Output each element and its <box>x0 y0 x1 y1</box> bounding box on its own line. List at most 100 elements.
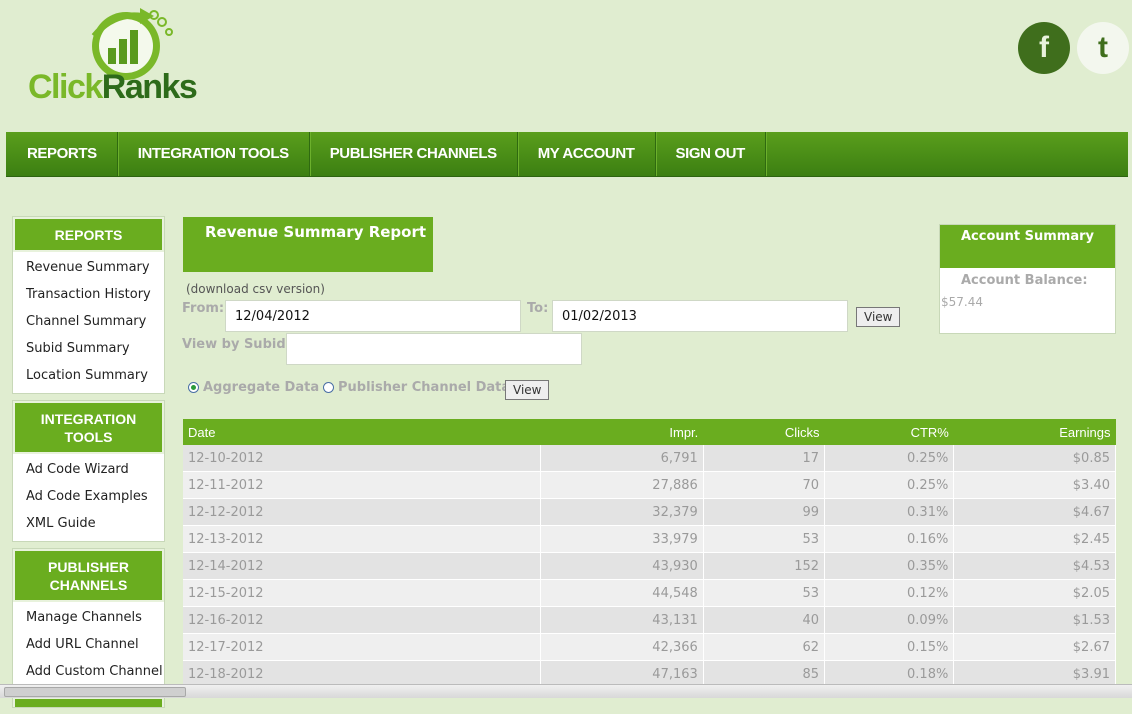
col-earnings[interactable]: Earnings <box>953 419 1116 445</box>
cell-impressions: 6,791 <box>540 445 704 472</box>
cell-earnings: $4.67 <box>953 498 1116 526</box>
nav-integration-tools[interactable]: INTEGRATION TOOLS <box>118 132 310 176</box>
cell-clicks: 99 <box>703 498 826 526</box>
col-clicks[interactable]: Clicks <box>703 419 825 445</box>
col-ctr[interactable]: CTR% <box>824 419 954 445</box>
twitter-glyph: t <box>1098 31 1108 64</box>
account-balance-label: Account Balance: <box>961 273 1088 288</box>
sidebar-item-add-url-channel[interactable]: Add URL Channel <box>13 631 164 658</box>
aggregate-data-option[interactable]: Aggregate Data <box>188 380 319 395</box>
sidebar-heading-account: MY ACCOUNT <box>13 697 164 707</box>
subid-field[interactable] <box>286 333 582 365</box>
table-row: 12-17-2012 42,366 62 0.15% $2.67 <box>183 633 1116 661</box>
cell-ctr: 0.16% <box>824 525 955 553</box>
account-summary-heading: Account Summary <box>940 225 1115 268</box>
account-balance-value: $57.44 <box>941 295 983 309</box>
page-title: Revenue Summary Report <box>183 217 433 272</box>
cell-clicks: 62 <box>703 633 826 661</box>
col-impressions[interactable]: Impr. <box>540 419 704 445</box>
cell-earnings: $1.53 <box>953 606 1116 634</box>
table-row: 12-15-2012 44,548 53 0.12% $2.05 <box>183 579 1116 607</box>
sidebar-heading-publisher: PUBLISHER CHANNELS <box>13 549 164 602</box>
view-data-button[interactable]: View <box>505 380 550 400</box>
sidebar-section-reports: REPORTS Revenue Summary Transaction Hist… <box>12 216 165 394</box>
publisher-channel-data-label: Publisher Channel Data <box>338 380 511 395</box>
cell-date: 12-13-2012 <box>183 525 542 553</box>
cell-clicks: 53 <box>703 525 826 553</box>
cell-earnings: $3.40 <box>953 471 1116 499</box>
cell-clicks: 40 <box>703 606 826 634</box>
cell-ctr: 0.25% <box>824 471 955 499</box>
subid-label: View by Subid: <box>182 337 291 352</box>
sidebar-heading-reports: REPORTS <box>13 217 164 252</box>
from-label: From: <box>182 301 225 316</box>
table-row: 12-13-2012 33,979 53 0.16% $2.45 <box>183 525 1116 553</box>
cell-clicks: 53 <box>703 579 826 607</box>
cell-earnings: $2.05 <box>953 579 1116 607</box>
cell-ctr: 0.35% <box>824 552 955 580</box>
to-date-field[interactable]: 01/02/2013 <box>552 300 848 332</box>
cell-impressions: 33,979 <box>540 525 704 553</box>
sidebar-heading-publisher-line1: PUBLISHER <box>48 559 129 575</box>
nav-my-account[interactable]: MY ACCOUNT <box>518 132 656 176</box>
sidebar-heading-integration-line1: INTEGRATION <box>40 411 137 427</box>
sidebar: REPORTS Revenue Summary Transaction Hist… <box>12 216 165 714</box>
cell-ctr: 0.25% <box>824 445 955 472</box>
view-button[interactable]: View <box>856 307 901 327</box>
sidebar-item-manage-channels[interactable]: Manage Channels <box>13 604 164 631</box>
cell-impressions: 43,131 <box>540 606 704 634</box>
table-row: 12-10-2012 6,791 17 0.25% $0.85 <box>183 445 1116 472</box>
cell-impressions: 43,930 <box>540 552 704 580</box>
cell-ctr: 0.31% <box>824 498 955 526</box>
sidebar-item-xml-guide[interactable]: XML Guide <box>13 510 164 537</box>
sidebar-heading-integration-line2: TOOLS <box>64 429 113 445</box>
download-csv-link[interactable]: (download csv version) <box>186 282 325 296</box>
sidebar-item-transaction-history[interactable]: Transaction History <box>13 281 164 308</box>
to-label: To: <box>527 301 549 316</box>
logo-text: ClickRanks <box>28 68 198 107</box>
from-date-field[interactable]: 12/04/2012 <box>225 300 521 332</box>
clickranks-logo[interactable]: ClickRanks <box>24 6 224 106</box>
cell-earnings: $2.67 <box>953 633 1116 661</box>
nav-reports[interactable]: REPORTS <box>6 132 118 176</box>
col-date[interactable]: Date <box>183 419 541 445</box>
logo-text-ranks: Ranks <box>101 68 198 106</box>
facebook-icon[interactable]: f <box>1018 22 1070 74</box>
aggregate-radio[interactable] <box>188 382 199 393</box>
cell-clicks: 17 <box>703 445 826 472</box>
aggregate-data-label: Aggregate Data <box>203 380 320 395</box>
sidebar-item-channel-summary[interactable]: Channel Summary <box>13 308 164 335</box>
cell-clicks: 152 <box>703 552 826 580</box>
account-summary-panel: Account Summary Account Balance: $57.44 <box>939 224 1116 334</box>
logo-text-click: Click <box>28 68 103 106</box>
revenue-table: Date Impr. Clicks CTR% Earnings 12-10-20… <box>183 419 1116 688</box>
sidebar-section-publisher: PUBLISHER CHANNELS Manage Channels Add U… <box>12 548 165 690</box>
sidebar-item-revenue-summary[interactable]: Revenue Summary <box>13 254 164 281</box>
cell-date: 12-17-2012 <box>183 633 542 661</box>
nav-publisher-channels[interactable]: PUBLISHER CHANNELS <box>310 132 518 176</box>
publisher-channel-radio[interactable] <box>323 382 334 393</box>
table-header-row: Date Impr. Clicks CTR% Earnings <box>183 419 1116 445</box>
cell-date: 12-10-2012 <box>183 445 542 472</box>
cell-earnings: $2.45 <box>953 525 1116 553</box>
sidebar-item-add-custom-channel[interactable]: Add Custom Channel <box>13 658 164 685</box>
nav-sign-out[interactable]: SIGN OUT <box>656 132 766 176</box>
facebook-glyph: f <box>1039 31 1049 64</box>
publisher-channel-data-option[interactable]: Publisher Channel Data <box>323 380 510 395</box>
sidebar-item-ad-code-examples[interactable]: Ad Code Examples <box>13 483 164 510</box>
cell-date: 12-16-2012 <box>183 606 542 634</box>
cell-date: 12-14-2012 <box>183 552 542 580</box>
sidebar-item-ad-code-wizard[interactable]: Ad Code Wizard <box>13 456 164 483</box>
scrollbar-thumb[interactable] <box>4 687 186 697</box>
main-nav: REPORTS INTEGRATION TOOLS PUBLISHER CHAN… <box>6 132 1128 177</box>
sidebar-heading-publisher-line2: CHANNELS <box>49 577 128 593</box>
table-row: 12-11-2012 27,886 70 0.25% $3.40 <box>183 471 1116 499</box>
sidebar-item-subid-summary[interactable]: Subid Summary <box>13 335 164 362</box>
horizontal-scrollbar[interactable] <box>0 684 1132 698</box>
cell-date: 12-12-2012 <box>183 498 542 526</box>
twitter-icon[interactable]: t <box>1077 22 1129 74</box>
cell-impressions: 27,886 <box>540 471 704 499</box>
cell-impressions: 42,366 <box>540 633 704 661</box>
sidebar-item-location-summary[interactable]: Location Summary <box>13 362 164 389</box>
cell-earnings: $4.53 <box>953 552 1116 580</box>
